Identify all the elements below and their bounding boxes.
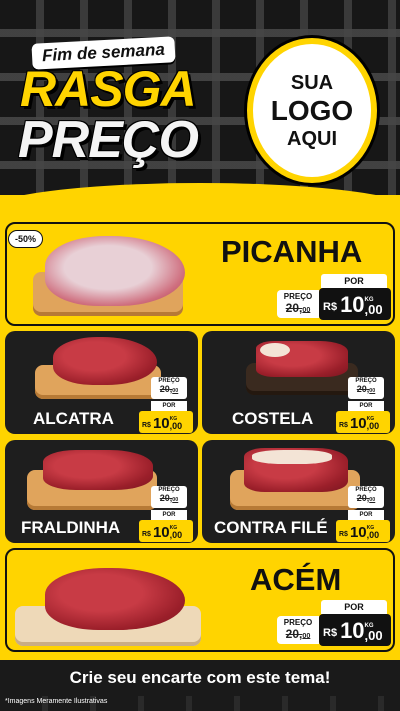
new-price: R$ 10 KG ,00: [336, 520, 390, 542]
product-card-costela[interactable]: COSTELA PREÇO 20,00 POR R$ 10 KG ,00: [202, 331, 395, 434]
currency: R$: [339, 531, 348, 538]
preco-label: PREÇO: [283, 618, 313, 627]
price-decimal: 00: [172, 530, 183, 540]
picanha-meat-image: [25, 232, 185, 322]
product-card-fraldinha[interactable]: FRALDINHA PREÇO 20,00 POR R$ 10 KG ,00: [5, 440, 198, 543]
por-label: POR: [348, 510, 384, 520]
price-tag: POR PREÇO 20,00 R$ 10 KG ,00: [277, 274, 393, 322]
acem-steak: [45, 568, 185, 630]
product-card-alcatra[interactable]: ALCATRA PREÇO 20,00 POR R$ 10 KG ,00: [5, 331, 198, 434]
new-price: R$ 10 KG ,00: [139, 411, 193, 433]
price-tag: PREÇO 20,00 POR R$ 10 KG ,00: [139, 486, 195, 542]
old-price-box: PREÇO 20,00: [277, 616, 319, 644]
old-price: 20,00: [285, 301, 311, 315]
old-price: 20,00: [285, 627, 311, 641]
price-decimal: 00: [172, 421, 183, 431]
new-price: R$ 10 KG ,00: [319, 614, 391, 646]
old-price-box: PREÇO 20,00: [151, 486, 187, 508]
cta-bar[interactable]: Crie seu encarte com este tema!: [0, 660, 400, 696]
product-name: ALCATRA: [33, 409, 114, 428]
product-name: ACÉM: [250, 562, 342, 597]
old-price: 20,00: [159, 493, 179, 503]
headline-rasga: RASGA: [20, 61, 197, 117]
product-card-acem[interactable]: ACÉM POR PREÇO 20,00 R$ 10 KG ,00: [5, 548, 395, 652]
por-label: POR: [321, 274, 387, 288]
new-price: R$ 10 KG ,00: [336, 411, 390, 433]
price-tag: PREÇO 20,00 POR R$ 10 KG ,00: [336, 486, 392, 542]
price-integer: 10: [340, 618, 365, 643]
old-price: 20,00: [356, 493, 376, 503]
por-label: POR: [151, 510, 187, 520]
product-name: CONTRA FILÉ: [214, 518, 328, 537]
logo-text-line3: AQUI: [287, 127, 337, 150]
discount-badge: -50%: [8, 230, 44, 248]
logo-text-line1: SUA: [290, 71, 334, 94]
price-tag: POR PREÇO 20,00 R$ 10 KG ,00: [277, 600, 393, 648]
por-label: POR: [151, 401, 187, 411]
por-label: POR: [321, 600, 387, 614]
old-price-box: PREÇO 20,00: [151, 377, 187, 399]
product-card-picanha[interactable]: PICANHA POR PREÇO 20,00 R$ 10 KG ,00: [5, 222, 395, 326]
product-name: COSTELA: [232, 409, 314, 428]
price-integer: 10: [349, 415, 367, 432]
product-name: FRALDINHA: [21, 518, 121, 537]
cta-text: Crie seu encarte com este tema!: [69, 668, 331, 687]
costela-fat: [260, 343, 290, 357]
price-tag: PREÇO 20,00 POR R$ 10 KG ,00: [336, 377, 392, 433]
price-decimal: 00: [369, 421, 380, 431]
flyer-page: Fim de semana RASGA PREÇO SUA LOGO AQUI …: [0, 0, 400, 711]
currency: R$: [339, 422, 348, 429]
contra-file-fat: [252, 450, 332, 464]
old-price: 20,00: [356, 384, 376, 394]
product-card-contra-file[interactable]: CONTRA FILÉ PREÇO 20,00 POR R$ 10 KG ,00: [202, 440, 395, 543]
por-label: POR: [348, 401, 384, 411]
picanha-steak: [45, 236, 185, 306]
currency: R$: [323, 301, 338, 313]
fraldinha-steak: [43, 450, 153, 490]
new-price: R$ 10 KG ,00: [319, 288, 391, 320]
old-price: 20,00: [159, 384, 179, 394]
old-price-box: PREÇO 20,00: [348, 486, 384, 508]
price-integer: 10: [340, 292, 365, 317]
currency: R$: [323, 627, 338, 639]
currency: R$: [142, 422, 151, 429]
product-name: PICANHA: [221, 234, 363, 269]
logo-text-line2: LOGO: [270, 94, 354, 126]
currency: R$: [142, 531, 151, 538]
price-integer: 10: [349, 524, 367, 541]
price-integer: 10: [152, 524, 170, 541]
old-price-box: PREÇO 20,00: [277, 290, 319, 318]
old-price-box: PREÇO 20,00: [348, 377, 384, 399]
price-decimal: 00: [368, 628, 383, 643]
new-price: R$ 10 KG ,00: [139, 520, 193, 542]
price-decimal: 00: [368, 302, 383, 317]
price-integer: 10: [152, 415, 170, 432]
price-decimal: 00: [369, 530, 380, 540]
acem-meat-image: [15, 556, 205, 650]
price-tag: PREÇO 20,00 POR R$ 10 KG ,00: [139, 377, 195, 433]
headline-preco: PREÇO: [18, 111, 199, 169]
logo-placeholder[interactable]: SUA LOGO AQUI: [247, 38, 377, 183]
preco-label: PREÇO: [283, 292, 313, 301]
disclaimer: *Imagens Meramente Ilustrativas: [5, 698, 108, 705]
